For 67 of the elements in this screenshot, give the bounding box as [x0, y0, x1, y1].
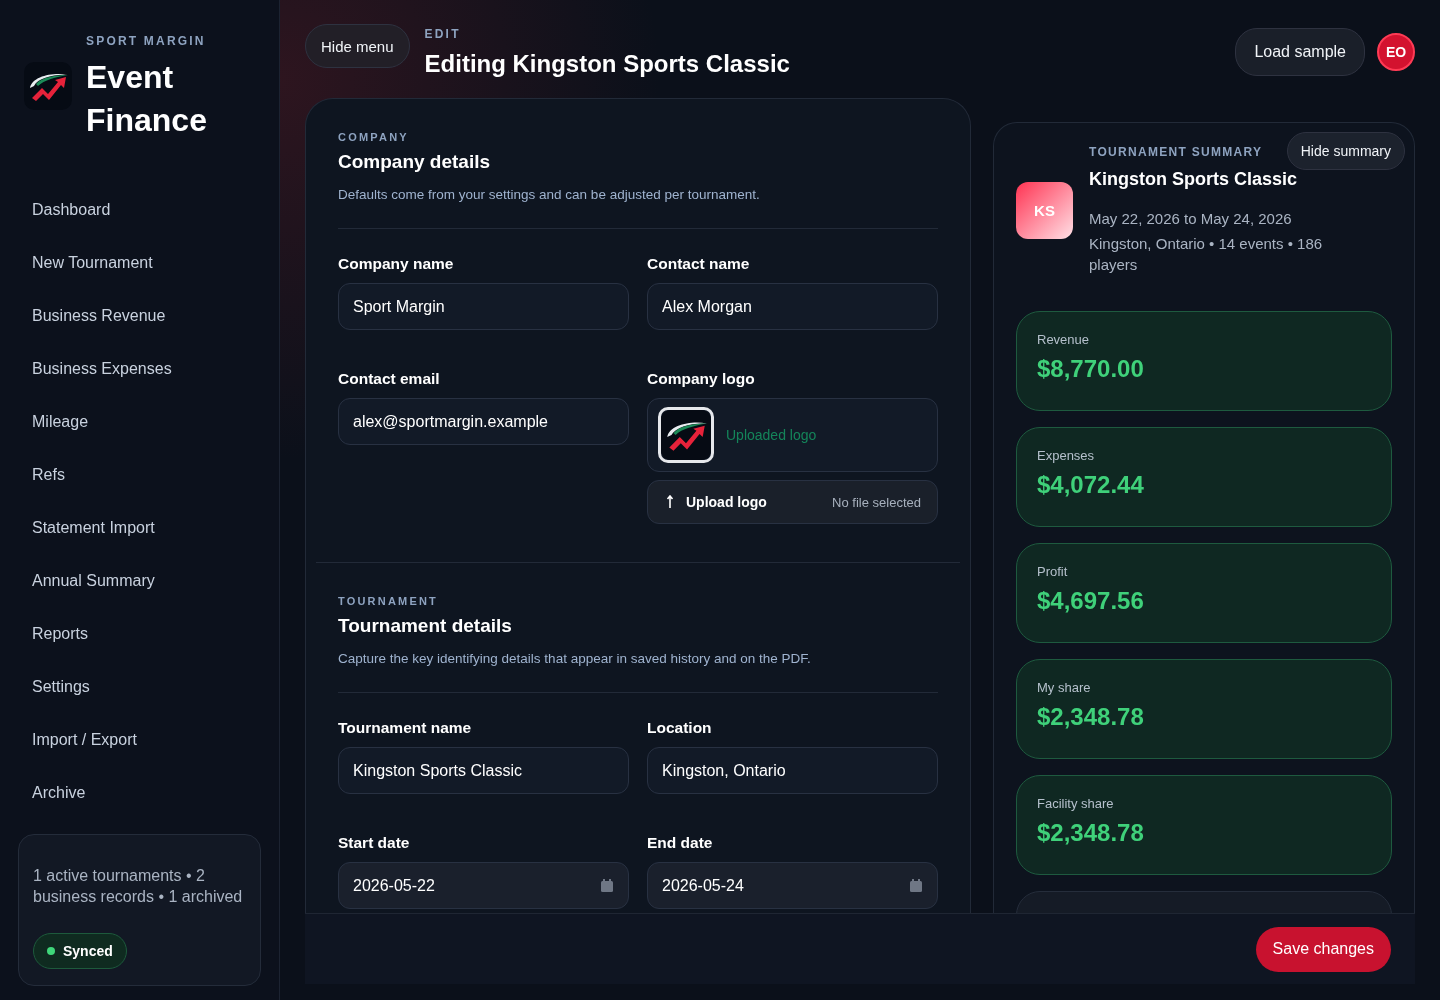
summary-eyebrow: TOURNAMENT SUMMARY [1089, 145, 1263, 159]
section-description: Defaults come from your settings and can be adjusted per tournament. [338, 187, 761, 202]
input-field[interactable]: Kingston, Ontario [647, 747, 938, 794]
nav-item[interactable]: Settings [18, 662, 261, 715]
input-field[interactable]: Alex Morgan [647, 283, 938, 330]
logo-icon [24, 62, 72, 110]
nav-item[interactable]: Annual Summary [18, 556, 261, 609]
hide-summary-button[interactable]: Hide summary [1286, 132, 1405, 170]
field-label: Contact name [647, 255, 751, 273]
date-field[interactable]: 2026-05-24 [647, 862, 938, 909]
page-title: Editing Kingston Sports Classic [424, 50, 790, 78]
logo-icon [658, 407, 714, 463]
nav-item[interactable]: Reports [18, 609, 261, 662]
calendar-icon[interactable] [600, 878, 614, 893]
field-label: Contact email [338, 370, 441, 388]
hide-menu-button[interactable]: Hide menu [305, 24, 410, 68]
metric-value: $4,072.44 [1037, 471, 1145, 499]
metric-value: $8,770.00 [1037, 355, 1145, 383]
field-label: Location [647, 719, 713, 737]
section-eyebrow: TOURNAMENT [338, 595, 439, 607]
nav-item[interactable]: New Tournament [18, 238, 261, 291]
nav-item[interactable]: Archive [18, 768, 261, 821]
section-title: Company details [338, 151, 492, 173]
upload-arrow-icon [666, 495, 674, 509]
save-changes-button[interactable]: Save changes [1255, 926, 1391, 972]
upload-logo-button[interactable]: Upload logo [666, 494, 767, 510]
field-label: Company logo [647, 370, 756, 388]
section-eyebrow: COMPANY [338, 131, 410, 143]
section-description: Capture the key identifying details that appear in saved history and on the PDF. [338, 651, 812, 666]
metric-label: Revenue [1037, 332, 1091, 347]
metric-value: $2,348.78 [1037, 819, 1145, 847]
field-label: Start date [338, 834, 411, 852]
logo-status: Uploaded logo [726, 427, 817, 443]
nav-item[interactable]: Business Revenue [18, 291, 261, 344]
calendar-icon[interactable] [909, 878, 923, 893]
nav-item[interactable]: Refs [18, 450, 261, 503]
metric-label: Facility share [1037, 796, 1115, 811]
user-avatar[interactable]: EO [1377, 33, 1415, 71]
input-field[interactable]: Sport Margin [338, 283, 629, 330]
sync-status-badge: Synced [33, 933, 127, 969]
metric-value: $4,697.56 [1037, 587, 1145, 615]
page-eyebrow: EDIT [424, 27, 462, 41]
summary-title: Kingston Sports Classic [1089, 169, 1299, 190]
metric-value: $2,348.78 [1037, 703, 1145, 731]
metric-label: Expenses [1037, 448, 1096, 463]
metric-label: My share [1037, 680, 1092, 695]
nav-item[interactable]: Statement Import [18, 503, 261, 556]
nav-item[interactable]: Dashboard [18, 185, 261, 238]
field-label: Tournament name [338, 719, 473, 737]
metric-label: Profit [1037, 564, 1069, 579]
file-status: No file selected [832, 494, 921, 510]
nav-item[interactable]: Import / Export [18, 715, 261, 768]
field-label: End date [647, 834, 714, 852]
summary-details: Kingston, Ontario • 14 events • 186 players [1089, 234, 1324, 275]
status-text: 1 active tournaments • 2 business records • 1 archived [33, 866, 244, 907]
app-title: Event Finance [86, 58, 207, 140]
field-label: Company name [338, 255, 455, 273]
summary-dates: May 22, 2026 to May 24, 2026 [1089, 209, 1293, 229]
brand-eyebrow: SPORT MARGIN [86, 34, 207, 48]
nav-item[interactable]: Business Expenses [18, 344, 261, 397]
section-title: Tournament details [338, 615, 513, 637]
nav-item[interactable]: Mileage [18, 397, 261, 450]
date-field[interactable]: 2026-05-22 [338, 862, 629, 909]
load-sample-button[interactable]: Load sample [1235, 28, 1365, 76]
input-field[interactable]: alex@sportmargin.example [338, 398, 629, 445]
tournament-badge: KS [1016, 181, 1073, 239]
input-field[interactable]: Kingston Sports Classic [338, 747, 629, 794]
